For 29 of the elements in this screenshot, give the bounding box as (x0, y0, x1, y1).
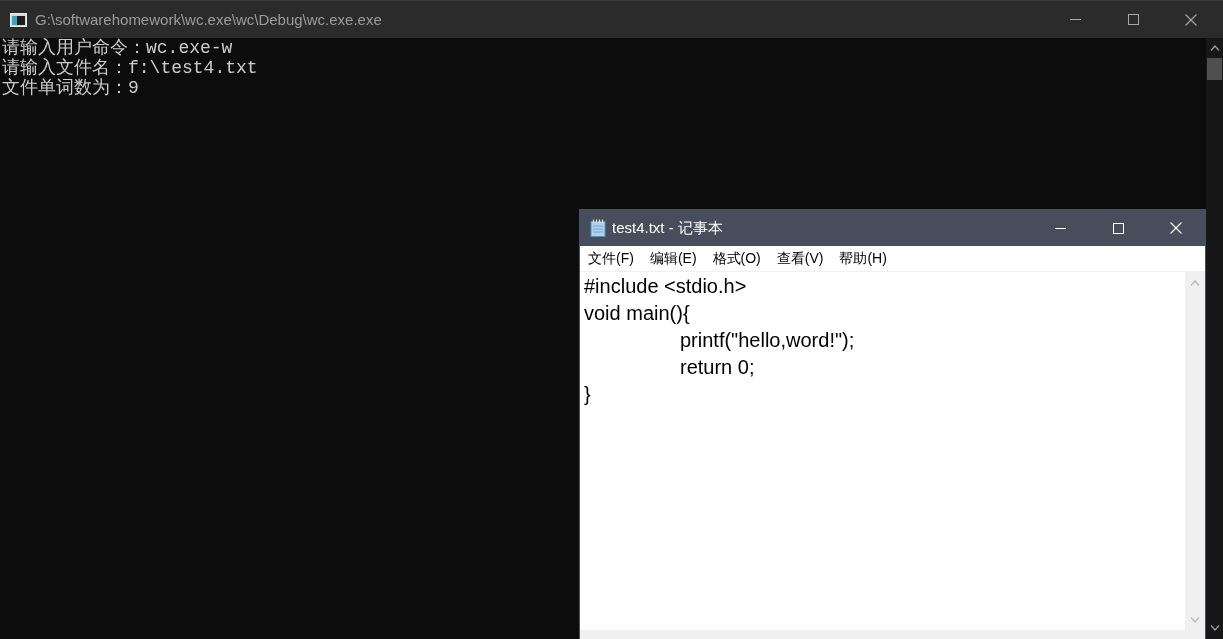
console-line: 文件单词数为：9 (2, 78, 139, 98)
maximize-icon (1112, 222, 1124, 234)
code-line: } (584, 382, 591, 407)
code-line: printf("hello,word!"); (679, 328, 855, 353)
menu-item[interactable]: 编辑(E) (641, 246, 705, 271)
scrollbar-thumb[interactable] (1207, 58, 1222, 80)
console-line: 请输入文件名：f:\test4.txt (2, 58, 258, 78)
minimize-icon (1054, 227, 1066, 229)
menu-item[interactable]: 文件(F) (580, 246, 642, 271)
code-line: void main(){ (584, 301, 690, 326)
vertical-scrollbar[interactable] (1206, 38, 1223, 639)
scroll-down-icon[interactable] (1209, 625, 1220, 631)
close-icon (1170, 222, 1182, 234)
terminal-icon (10, 12, 27, 27)
menu-item[interactable]: 查看(V) (768, 246, 832, 271)
console-line: 请输入用户命令：wc.exe-w (2, 38, 233, 58)
window-title: G:\softwarehomework\wc.exe\wc\Debug\wc.exe.exe (35, 11, 382, 28)
horizontal-scrollbar[interactable] (580, 630, 1205, 639)
scroll-up-icon[interactable] (1209, 45, 1220, 51)
code-line: return 0; (679, 355, 755, 380)
maximize-icon (1127, 14, 1139, 25)
menu-item[interactable]: 格式(O) (704, 246, 769, 271)
code-line: #include <stdio.h> (584, 274, 747, 299)
close-icon (1185, 13, 1197, 26)
text-editor-field[interactable]: #include <stdio.h> void main(){ printf("hello,word!"); return 0; } (580, 272, 1185, 630)
notepad-icon (590, 219, 606, 237)
menu-item[interactable]: 帮助(H) (831, 246, 895, 271)
minimize-icon (1069, 19, 1081, 20)
window-title: test4.txt - 记事本 (612, 218, 723, 238)
